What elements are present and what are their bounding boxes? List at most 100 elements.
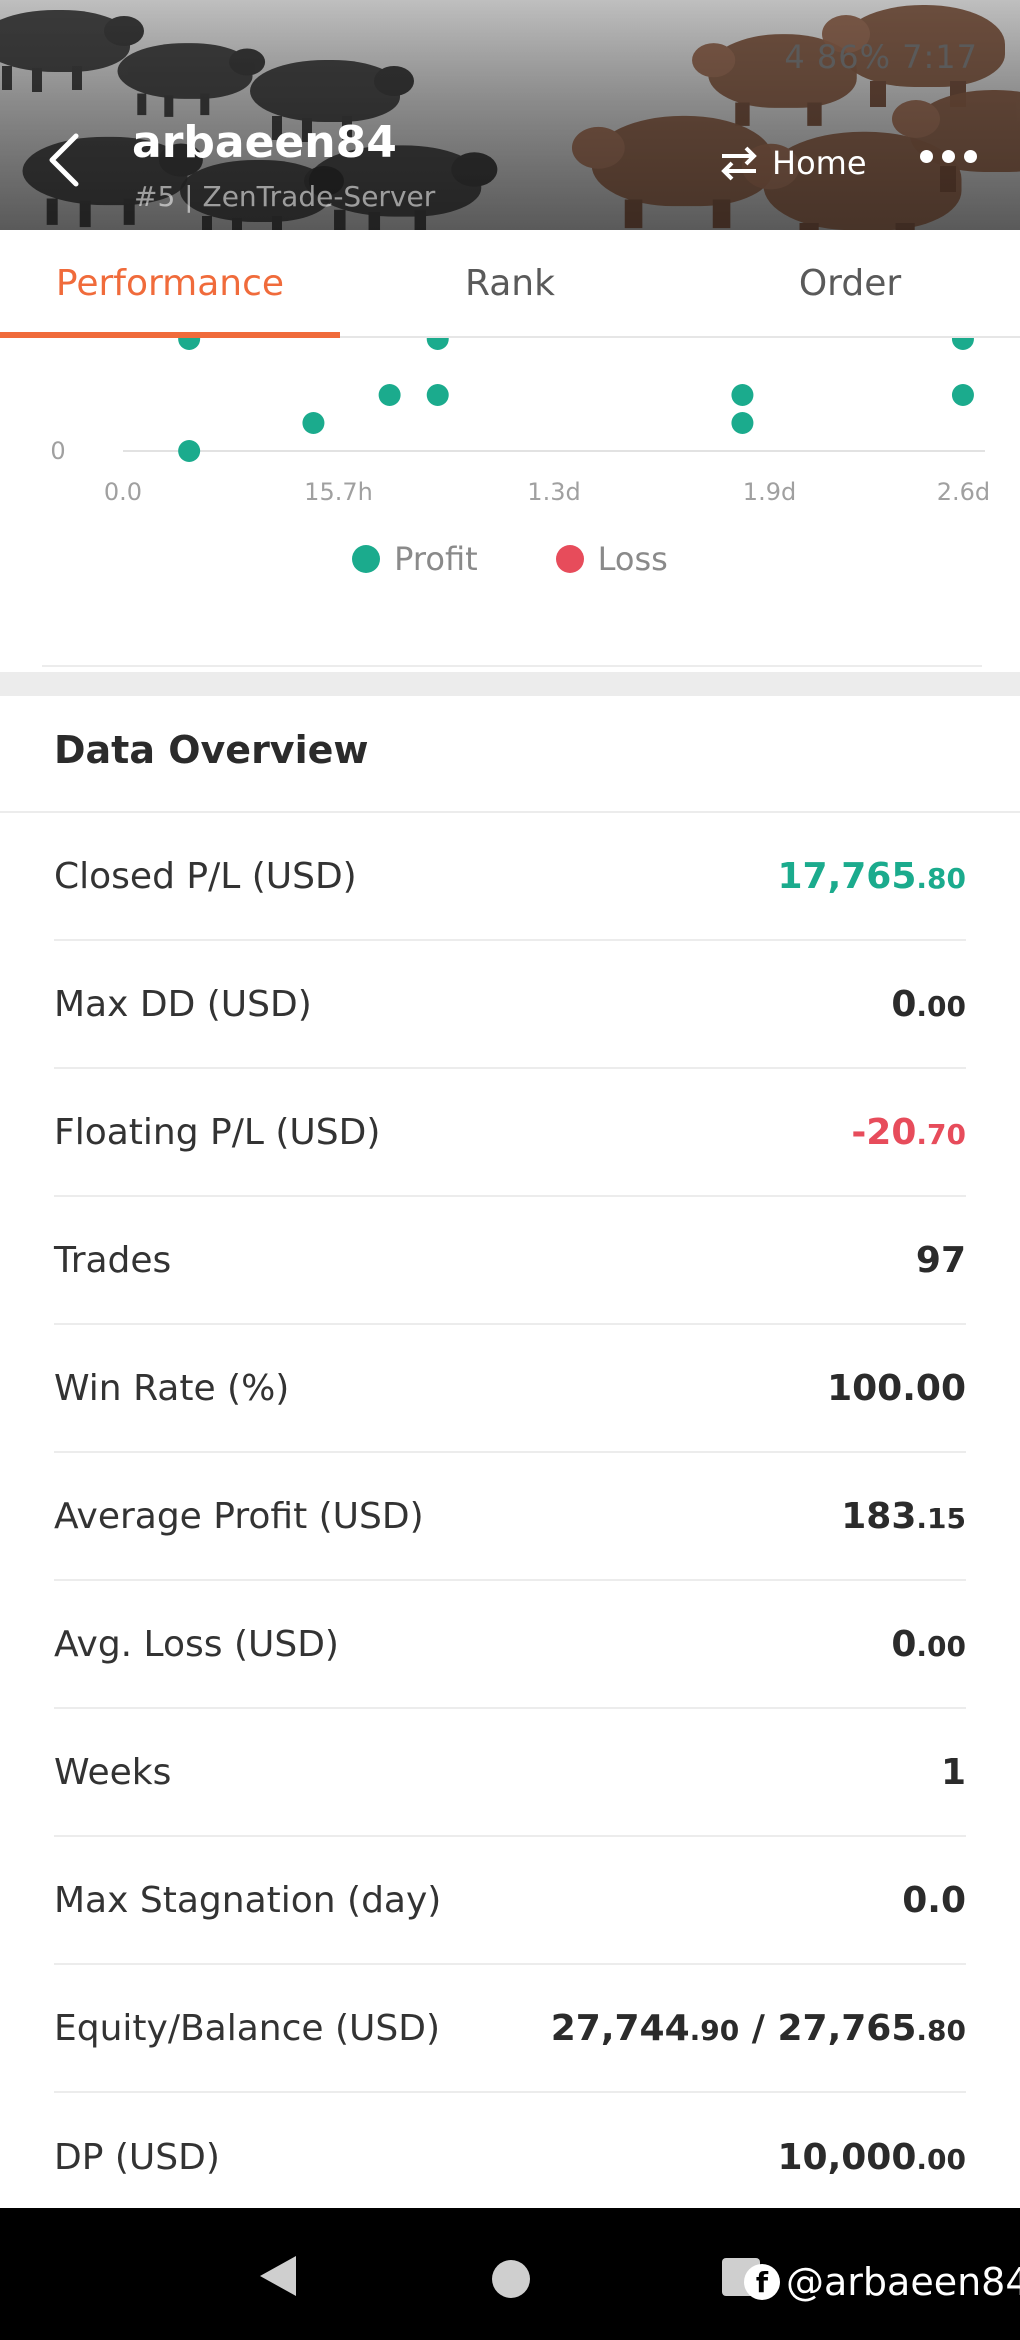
value-dec: .15 [916, 1501, 966, 1535]
overview-row: Avg. Loss (USD) 0.00 [54, 1581, 966, 1709]
row-label: Weeks [54, 1751, 172, 1793]
legend-loss-dot [555, 545, 584, 573]
value-int: 10,000 [777, 2136, 917, 2178]
row-label: DP (USD) [54, 2136, 220, 2178]
value-int: 27,744 [550, 2007, 690, 2049]
server-label: #5 | ZenTrade-Server [134, 180, 436, 213]
overview-title: Data Overview [54, 728, 369, 772]
overview-list: Closed P/L (USD) 17,765.80 Max DD (USD) … [0, 813, 1020, 2221]
value-int: 0 [891, 983, 917, 1025]
chart-divider [42, 665, 982, 667]
value-int: 100.00 [827, 1367, 966, 1409]
facebook-icon: f [744, 2264, 780, 2300]
data-point-profit[interactable] [378, 384, 401, 406]
row-value: 1 [941, 1752, 966, 1793]
tab-rank[interactable]: Rank [340, 230, 680, 336]
data-point-profit[interactable] [178, 440, 201, 462]
overview-row: Trades 97 [54, 1197, 966, 1325]
row-value: 27,744.90 / 27,765.80 [551, 2008, 966, 2049]
value-int: 0 [891, 1623, 917, 1665]
row-value: 10,000.00 [777, 2137, 966, 2178]
x-tick-label: 1.9d [743, 478, 796, 506]
tab-bar: Performance Rank Order [0, 230, 1020, 338]
value-int: / 27,765 [739, 2007, 917, 2049]
chart-legend: Profit Loss [0, 540, 1020, 578]
back-button[interactable] [42, 130, 86, 187]
value-int: 0.0 [902, 1879, 966, 1921]
legend-loss[interactable]: Loss [555, 540, 668, 578]
watermark: f @arbaeen84 [744, 2260, 1020, 2304]
swap-icon [721, 146, 757, 181]
watermark-text: @arbaeen84 [786, 2260, 1020, 2304]
row-label: Closed P/L (USD) [54, 855, 357, 897]
value-int: 1 [940, 1751, 966, 1793]
x-tick-label: 1.3d [527, 478, 580, 506]
system-nav-bar: f @arbaeen84 [0, 2208, 1020, 2340]
home-label: Home [772, 144, 867, 182]
x-tick-label: 15.7h [304, 478, 373, 506]
section-separator [0, 672, 1020, 696]
row-label: Avg. Loss (USD) [54, 1623, 339, 1665]
y-tick-label: 0 [50, 437, 65, 465]
overview-row: Floating P/L (USD) -20.70 [54, 1069, 966, 1197]
value-int: 97 [915, 1239, 966, 1281]
legend-loss-label: Loss [597, 540, 668, 578]
overview-row: DP (USD) 10,000.00 [54, 2093, 966, 2221]
row-value: 0.0 [902, 1880, 966, 1921]
more-dot-icon [964, 150, 977, 163]
value-dec: .80 [916, 861, 966, 895]
more-options-button[interactable] [920, 150, 977, 163]
home-button[interactable]: Home [718, 144, 867, 182]
profit-scatter-chart: 0 0.0 15.7h 1.3d 1.9d 2.6d [0, 328, 1020, 668]
overview-row: Weeks 1 [54, 1709, 966, 1837]
scatter-plot: 0 0.0 15.7h 1.3d 1.9d 2.6d [50, 328, 990, 506]
value-dec: .80 [916, 2013, 966, 2047]
row-label: Equity/Balance (USD) [54, 2007, 440, 2049]
row-label: Max Stagnation (day) [54, 1879, 442, 1921]
tab-order[interactable]: Order [680, 230, 1020, 336]
username: arbaeen84 [132, 117, 397, 168]
legend-profit[interactable]: Profit [352, 540, 478, 578]
nav-home-icon[interactable] [492, 2260, 530, 2298]
row-value: 97 [916, 1240, 966, 1281]
value-dec: .00 [916, 1629, 966, 1663]
tab-performance[interactable]: Performance [0, 230, 340, 338]
value-dec: .00 [916, 989, 966, 1023]
row-value: 17,765.80 [777, 856, 966, 897]
data-point-profit[interactable] [731, 384, 754, 406]
overview-row: Equity/Balance (USD) 27,744.90 / 27,765.… [54, 1965, 966, 2093]
row-value: 100.00 [827, 1368, 966, 1409]
overview-row: Average Profit (USD) 183.15 [54, 1453, 966, 1581]
row-value: 0.00 [891, 1624, 966, 1665]
nav-back-icon[interactable] [258, 2254, 298, 2298]
data-point-profit[interactable] [178, 328, 201, 350]
row-label: Max DD (USD) [54, 983, 312, 1025]
row-label: Floating P/L (USD) [54, 1111, 381, 1153]
row-label: Win Rate (%) [54, 1367, 290, 1409]
overview-row: Max DD (USD) 0.00 [54, 941, 966, 1069]
value-int: 17,765 [777, 855, 917, 897]
value-dec: .90 [689, 2013, 740, 2047]
data-point-profit[interactable] [951, 384, 974, 406]
value-int: -20 [851, 1111, 917, 1153]
data-point-profit[interactable] [951, 328, 974, 350]
header-banner: 4 86% 7:17 arbaeen84 #5 | ZenTrade-Serve… [0, 0, 1020, 230]
more-dot-icon [920, 150, 933, 163]
row-value: 0.00 [891, 984, 966, 1025]
row-label: Trades [54, 1239, 172, 1281]
row-value: 183.15 [841, 1496, 966, 1537]
legend-profit-dot [352, 545, 381, 573]
data-point-profit[interactable] [426, 384, 449, 406]
x-tick-label: 0.0 [104, 478, 142, 506]
overview-row: Closed P/L (USD) 17,765.80 [54, 813, 966, 941]
data-point-profit[interactable] [426, 328, 449, 350]
data-point-profit[interactable] [731, 412, 754, 434]
overview-row: Win Rate (%) 100.00 [54, 1325, 966, 1453]
value-dec: .70 [916, 1117, 966, 1151]
status-bar: 4 86% 7:17 [784, 38, 978, 76]
row-label: Average Profit (USD) [54, 1495, 424, 1537]
data-point-profit[interactable] [302, 412, 325, 434]
more-dot-icon [942, 150, 955, 163]
overview-row: Max Stagnation (day) 0.0 [54, 1837, 966, 1965]
value-dec: .00 [916, 2142, 966, 2176]
